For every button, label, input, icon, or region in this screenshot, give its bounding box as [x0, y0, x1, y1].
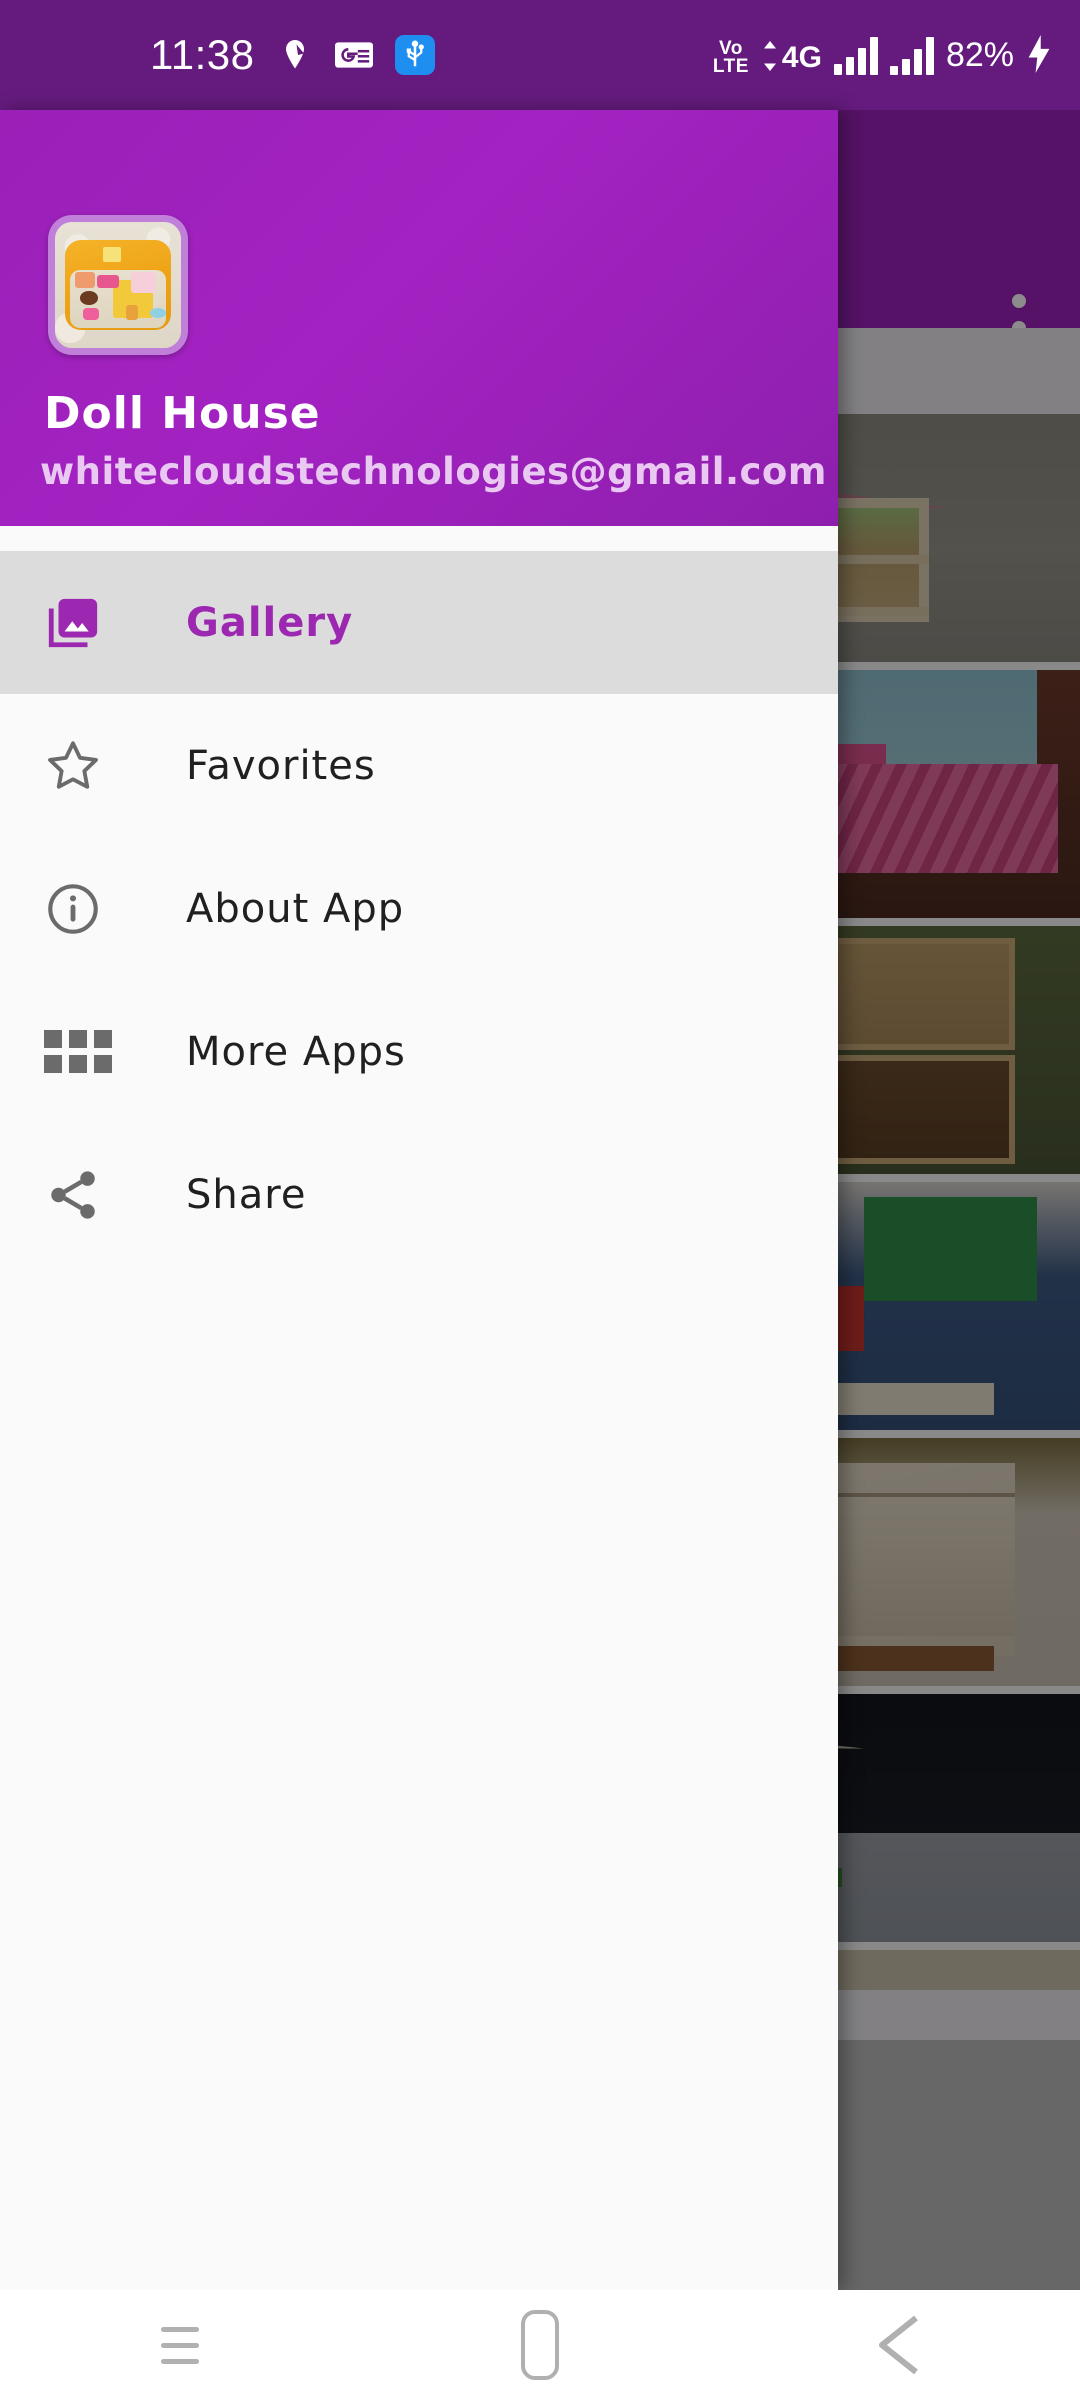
location-pin-icon — [277, 37, 313, 73]
star-outline-icon — [44, 737, 140, 795]
grid-apps-icon — [44, 1030, 140, 1073]
navigation-drawer: Doll House whitecloudstechnologies@gmail… — [0, 110, 838, 2290]
usb-icon — [394, 35, 435, 75]
sidebar-item-label: More Apps — [186, 1028, 406, 1075]
sidebar-item-share[interactable]: Share — [0, 1123, 838, 1266]
sidebar-item-about-app[interactable]: About App — [0, 837, 838, 980]
sidebar-item-more-apps[interactable]: More Apps — [0, 980, 838, 1123]
share-nodes-icon — [44, 1166, 140, 1224]
account-email: whitecloudstechnologies@gmail.com — [40, 450, 827, 493]
drawer-menu-list: Gallery Favorites About App More Apps Sh… — [0, 526, 838, 2290]
doll-house-app-icon — [48, 215, 188, 355]
volte-line-1: Vo — [718, 38, 743, 60]
info-circle-icon — [44, 880, 140, 938]
battery-percentage: 82% — [945, 36, 1014, 74]
status-bar: 11:38 Vo LTE 4G 82% — [0, 0, 1080, 110]
drawer-header: Doll House whitecloudstechnologies@gmail… — [0, 110, 838, 526]
phone-screen: 11:38 Vo LTE 4G 82% Doll House whiteclou… — [0, 0, 1080, 2400]
google-news-icon — [334, 40, 373, 70]
sidebar-item-label: Share — [186, 1171, 307, 1218]
status-bar-clock: 11:38 — [150, 31, 255, 78]
recents-icon[interactable] — [120, 2290, 240, 2400]
sidebar-item-label: Gallery — [186, 599, 354, 646]
back-icon[interactable] — [840, 2290, 960, 2400]
network-indicator: 4G — [761, 41, 822, 75]
volte-line-2: LTE — [712, 55, 749, 77]
signal-bars-sim1-icon — [833, 37, 878, 75]
signal-bars-sim2-icon — [889, 37, 934, 75]
sidebar-item-favorites[interactable]: Favorites — [0, 694, 838, 837]
sidebar-item-label: About App — [186, 885, 405, 932]
photo-library-icon — [44, 594, 140, 652]
home-icon[interactable] — [480, 2290, 600, 2400]
lightning-bolt-icon — [1026, 35, 1052, 73]
page-title: Doll House — [44, 388, 321, 439]
sidebar-item-label: Favorites — [186, 742, 376, 789]
volte-icon: Vo LTE — [712, 38, 749, 77]
sidebar-item-gallery[interactable]: Gallery — [0, 551, 838, 694]
system-navigation-bar — [0, 2290, 1080, 2400]
network-type-label: 4G — [781, 41, 822, 74]
